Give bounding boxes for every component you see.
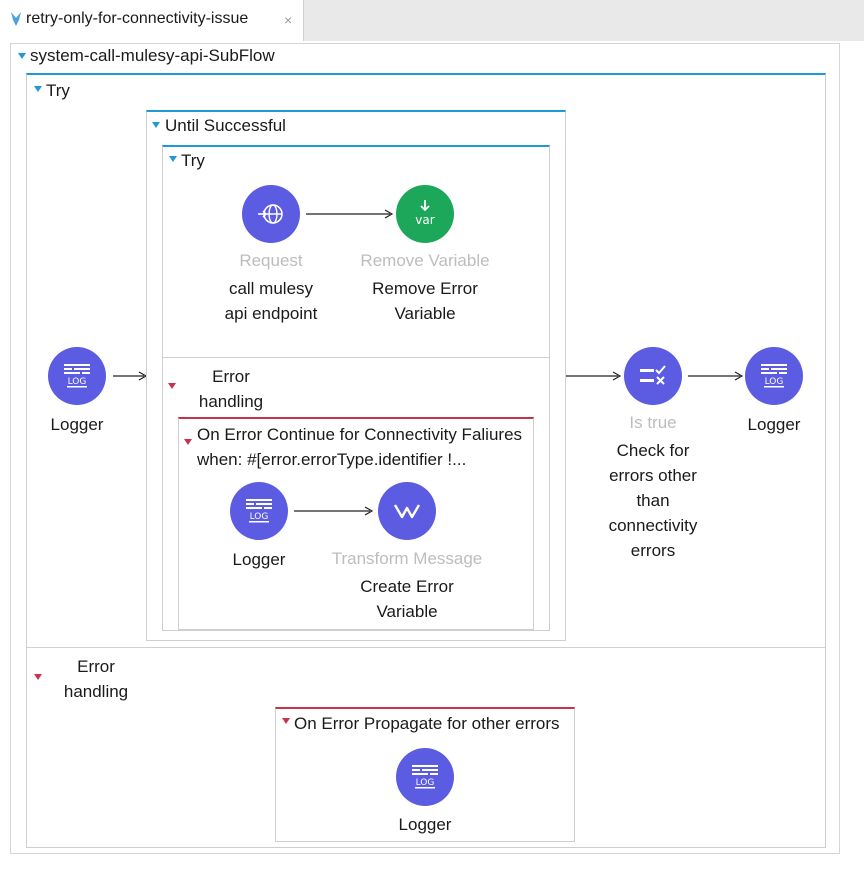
collapse-flow-icon[interactable] xyxy=(18,53,26,59)
logger-end-node[interactable]: LOG xyxy=(745,347,803,405)
inner-try-label: Try xyxy=(181,151,205,170)
transform-message-node[interactable] xyxy=(378,482,436,540)
remove-variable-name-label: Remove Error Variable xyxy=(372,279,478,323)
logger-continue-label: Logger xyxy=(232,550,286,569)
mule-flow-icon xyxy=(11,12,21,26)
flow-title: system-call-mulesy-api-SubFlow xyxy=(30,46,275,65)
collapse-inner-error-icon[interactable] xyxy=(168,383,176,389)
logger-end-label: Logger xyxy=(747,415,801,434)
arrow-request-to-remove xyxy=(306,209,394,219)
is-true-type-label: Is true xyxy=(629,413,677,432)
arrow-logger-to-transform xyxy=(294,506,374,516)
on-error-propagate-title: On Error Propagate for other errors xyxy=(294,714,560,733)
logger-propagate-label: Logger xyxy=(398,815,452,834)
request-type-label: Request xyxy=(239,251,303,270)
logger-icon: LOG xyxy=(761,364,787,388)
request-node[interactable] xyxy=(242,185,300,243)
outer-try-label: Try xyxy=(46,81,70,100)
tab-title: retry-only-for-connectivity-issue xyxy=(26,10,249,27)
svg-text:var: var xyxy=(415,213,434,227)
arrow-logger-to-until xyxy=(113,371,148,381)
validation-icon xyxy=(640,365,666,385)
outer-try-divider xyxy=(27,647,825,648)
arrow-until-to-choice xyxy=(566,371,622,381)
collapse-until-icon[interactable] xyxy=(152,122,160,128)
collapse-on-error-propagate-icon[interactable] xyxy=(282,718,290,724)
transform-type-label: Transform Message xyxy=(331,549,483,568)
arrow-choice-to-logger xyxy=(688,371,744,381)
logger-icon: LOG xyxy=(64,364,90,388)
logger-icon: LOG xyxy=(246,499,272,523)
variable-icon: var xyxy=(415,200,435,227)
remove-variable-node[interactable]: var xyxy=(396,185,454,243)
logger-icon: LOG xyxy=(412,765,438,789)
logger-start-node[interactable]: LOG xyxy=(48,347,106,405)
is-true-name-label: Check for errors other than connectivity… xyxy=(608,441,698,560)
logger-continue-node[interactable]: LOG xyxy=(230,482,288,540)
on-error-continue-title: On Error Continue for Connectivity Faliu… xyxy=(197,425,523,444)
svg-text:LOG: LOG xyxy=(68,377,87,387)
collapse-on-error-continue-icon[interactable] xyxy=(184,439,192,445)
request-name-label: call mulesy api endpoint xyxy=(224,279,318,323)
svg-text:LOG: LOG xyxy=(765,377,784,387)
logger-start-label: Logger xyxy=(50,415,104,434)
outer-error-handling-label: Error handling xyxy=(63,657,129,701)
transform-name-label: Create Error Variable xyxy=(360,577,454,621)
svg-text:LOG: LOG xyxy=(250,512,269,522)
http-request-icon xyxy=(258,204,283,224)
collapse-outer-try-icon[interactable] xyxy=(34,86,42,92)
remove-variable-type-label: Remove Variable xyxy=(360,251,490,270)
svg-text:LOG: LOG xyxy=(416,778,435,788)
collapse-outer-error-icon[interactable] xyxy=(34,674,42,680)
editor-tab[interactable]: retry-only-for-connectivity-issue × xyxy=(0,0,304,41)
transform-icon xyxy=(393,504,421,519)
on-error-continue-when: when: #[error.errorType.identifier !... xyxy=(197,450,467,469)
collapse-inner-try-icon[interactable] xyxy=(169,156,177,162)
inner-error-handling-label: Error handling xyxy=(198,367,264,411)
logger-propagate-node[interactable]: LOG xyxy=(396,748,454,806)
inner-try-divider xyxy=(163,357,549,358)
close-icon[interactable]: × xyxy=(284,13,292,27)
is-true-node[interactable] xyxy=(624,347,682,405)
until-successful-label: Until Successful xyxy=(165,116,286,135)
